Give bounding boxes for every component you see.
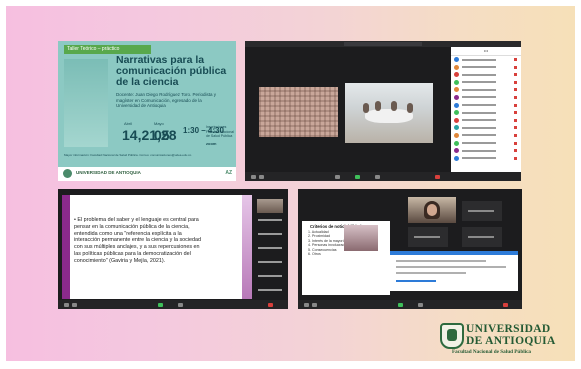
end-meeting-icon[interactable]: [503, 303, 508, 307]
zoom-toolbar: [298, 300, 522, 309]
poster-month-2: Mayo: [154, 121, 164, 126]
participant-video: [344, 225, 378, 251]
participant-row[interactable]: [451, 109, 521, 117]
participant-label: [258, 289, 282, 291]
poster-footer: UNIVERSIDAD DE ANTIOQUIA AZ: [58, 167, 236, 181]
share-screen-icon[interactable]: [158, 303, 163, 307]
participant-label: [258, 261, 282, 263]
poster-days-2: 05: [154, 127, 170, 143]
participant-tile: [408, 227, 448, 247]
participant-row[interactable]: [451, 117, 521, 125]
mute-icon[interactable]: [64, 303, 69, 307]
participants-header: •••: [451, 47, 521, 56]
speaker-thumbnail: [257, 199, 283, 213]
participant-row[interactable]: [451, 86, 521, 94]
participant-row[interactable]: [451, 155, 521, 163]
poster-university: UNIVERSIDAD DE ANTIOQUIA: [76, 170, 141, 175]
slide-decoration: [242, 195, 252, 299]
participant-row[interactable]: [451, 124, 521, 132]
person-figure: [407, 103, 413, 113]
microphone-image: [64, 59, 108, 147]
participant-row[interactable]: [451, 147, 521, 155]
zoom-logo: zoom: [206, 141, 217, 146]
person-figure: [363, 103, 369, 113]
video-icon[interactable]: [72, 303, 77, 307]
logo-faculty: Facultad Nacional de Salud Pública: [452, 349, 531, 355]
table-shape: [365, 109, 413, 123]
person-figure: [375, 101, 381, 111]
participant-row[interactable]: [451, 56, 521, 64]
participant-tile: [462, 227, 502, 247]
poster-tag: Taller Teórico – práctico: [64, 45, 151, 54]
end-meeting-icon[interactable]: [435, 175, 440, 179]
end-meeting-icon[interactable]: [268, 303, 273, 307]
chat-icon[interactable]: [418, 303, 423, 307]
logo-line-1: UNIVERSIDAD: [466, 323, 551, 335]
chat-panel[interactable]: [390, 251, 518, 291]
share-screen-icon[interactable]: [355, 175, 360, 179]
slide-accent-bar: [62, 195, 70, 299]
video-icon[interactable]: [312, 303, 317, 307]
event-poster: Taller Teórico – práctico Narrativas par…: [58, 41, 236, 181]
speaker-video: [408, 197, 456, 223]
participant-row[interactable]: [451, 94, 521, 102]
slide-text: • El problema del saber y el lenguaje es…: [74, 217, 202, 264]
chat-icon[interactable]: [178, 303, 183, 307]
video-sidebar: [254, 195, 288, 299]
chat-message: [396, 272, 466, 274]
participant-label: [258, 247, 282, 249]
zoom-toolbar: [245, 172, 521, 181]
classroom-video: [345, 83, 433, 143]
chat-link[interactable]: [396, 280, 436, 282]
mute-icon[interactable]: [251, 175, 256, 179]
participant-label: [258, 275, 282, 277]
chat-icon[interactable]: [375, 175, 380, 179]
poster-speaker: Docente: Juan Diego Rodríguez Toro. Peri…: [116, 92, 216, 108]
video-icon[interactable]: [259, 175, 264, 179]
list-item: 6. Otros: [308, 252, 321, 257]
logo-line-2: DE ANTIOQUIA: [466, 335, 556, 347]
shared-slide: • El problema del saber y el lenguaje es…: [62, 195, 252, 299]
share-screen-icon[interactable]: [398, 303, 403, 307]
university-shield-icon: [440, 323, 464, 349]
participant-row[interactable]: [451, 132, 521, 140]
poster-info: Mayor información: Facultad Nacional de …: [64, 153, 192, 157]
participant-row[interactable]: [451, 102, 521, 110]
university-seal-icon: [63, 169, 72, 178]
poster-organizer: Inscripciones Facultad Nacional de Salud…: [206, 125, 235, 138]
university-logo: UNIVERSIDAD DE ANTIOQUIA Facultad Nacion…: [440, 321, 570, 357]
chat-header-bar: [390, 251, 518, 255]
chat-message: [396, 260, 486, 262]
poster-month-1: Abril: [124, 121, 133, 126]
participants-icon[interactable]: [335, 175, 340, 179]
participant-tile: [462, 201, 502, 221]
zoom-toolbar: [58, 300, 288, 309]
chat-message: [396, 266, 506, 268]
poster-title: Narrativas para la comunicación pública …: [116, 54, 227, 88]
shared-document: Criterios de noticiabilidad 1. Actualida…: [302, 221, 390, 295]
mute-icon[interactable]: [304, 303, 309, 307]
participant-row[interactable]: [451, 140, 521, 148]
person-figure: [391, 101, 397, 111]
zoom-screenshot-chat: Criterios de noticiabilidad 1. Actualida…: [298, 189, 522, 309]
participant-label: [258, 233, 282, 235]
participant-row[interactable]: [451, 64, 521, 72]
participants-panel[interactable]: •••: [451, 47, 521, 172]
participant-label: [258, 219, 282, 221]
gallery-view-thumbnail: [259, 87, 338, 137]
participant-row[interactable]: [451, 71, 521, 79]
zoom-screenshot-participants: •••: [245, 41, 521, 181]
zoom-screenshot-slide: • El problema del saber y el lenguaje es…: [58, 189, 288, 309]
participant-row[interactable]: [451, 79, 521, 87]
poster-code: AZ: [225, 170, 232, 176]
recording-banner: [344, 42, 422, 46]
